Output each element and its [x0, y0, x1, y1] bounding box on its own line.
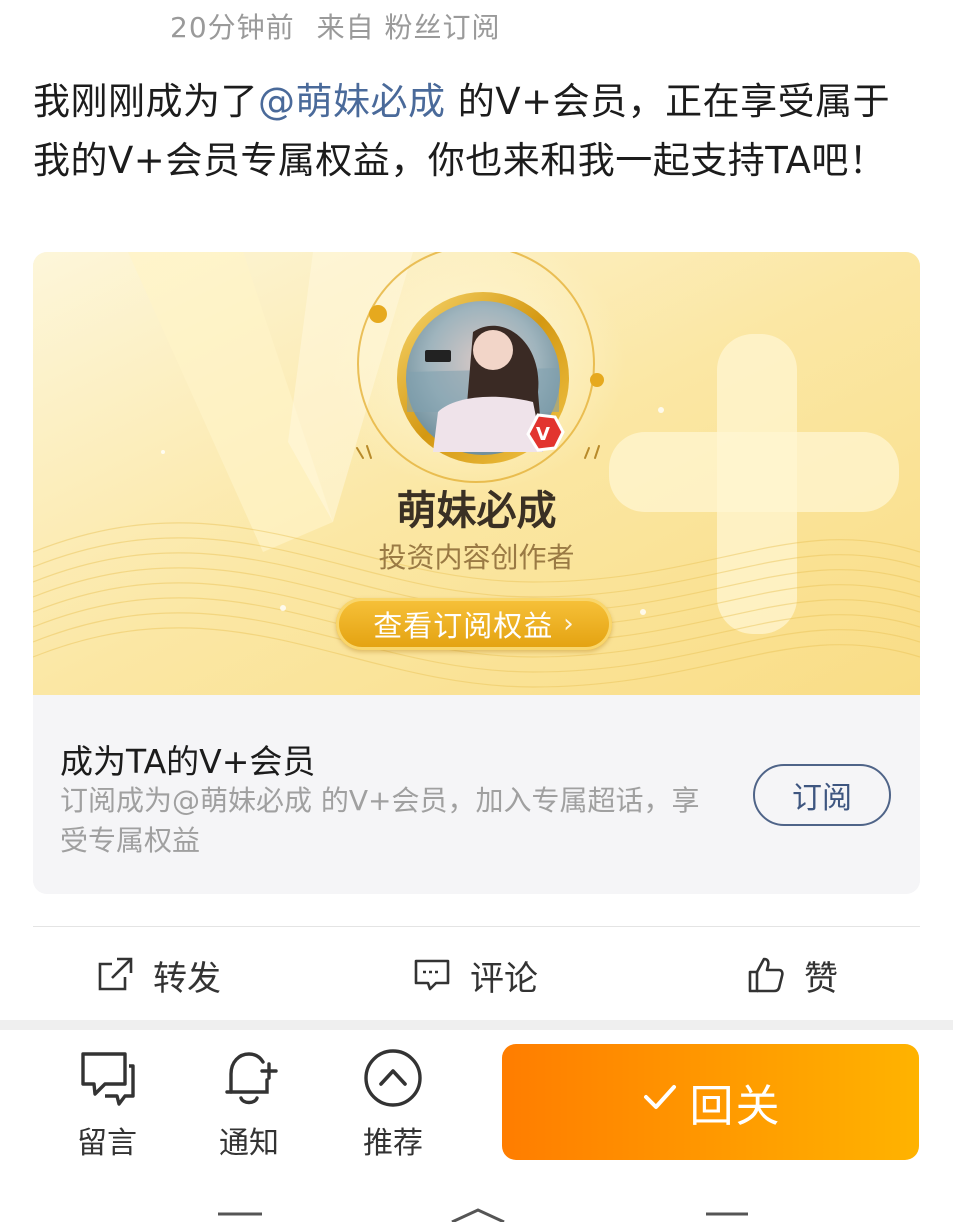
chevron-up-circle-icon [364, 1049, 422, 1107]
creator-name[interactable]: 萌妹必成 [33, 478, 920, 536]
share-icon [98, 957, 133, 991]
message-icon [81, 1052, 135, 1106]
bell-plus-icon [225, 1052, 278, 1105]
notify-label: 通知 [219, 1126, 279, 1161]
post-text-prefix: 我刚刚成为了 [33, 80, 258, 123]
card-footer-description: 订阅成为@萌妹必成 的V+会员，加入专属超话，享受专属权益 [60, 784, 700, 857]
thumbs-up-icon [748, 957, 784, 993]
comment-icon [414, 959, 450, 991]
card-footer[interactable]: 成为TA的V+会员 订阅成为@萌妹必成 的V+会员，加入专属超话，享受专属权益 … [33, 695, 920, 894]
like-button[interactable]: 赞 [746, 950, 838, 1000]
subscribe-button[interactable]: 订阅 [753, 764, 891, 826]
repost-button[interactable]: 转发 [95, 950, 221, 1000]
message-label: 留言 [77, 1126, 137, 1161]
post-text: 我刚刚成为了@萌妹必成 的V+会员，正在享受属于我的V+会员专属权益，你也来和我… [33, 72, 913, 190]
follow-back-label: 回关 [689, 1081, 782, 1132]
like-label: 赞 [804, 958, 838, 999]
post-meta: 20分钟前 来自 粉丝订阅 [170, 6, 501, 46]
post-time: 20分钟前 [170, 11, 295, 44]
follow-back-button[interactable]: 回关 [502, 1044, 919, 1160]
repost-label: 转发 [153, 958, 221, 999]
comment-label: 评论 [470, 958, 538, 999]
recommend-button[interactable]: 推荐 [348, 1046, 438, 1162]
card-footer-title: 成为TA的V+会员 [60, 742, 316, 781]
message-button[interactable]: 留言 [62, 1046, 152, 1162]
card-banner[interactable]: V 萌妹必成 投资内容创作者 查看订阅权益 › [33, 252, 920, 695]
view-benefits-label: 查看订阅权益 [373, 609, 554, 643]
membership-card[interactable]: V 萌妹必成 投资内容创作者 查看订阅权益 › 成为TA的V+会员 订阅成为@萌妹… [33, 252, 920, 894]
recommend-label: 推荐 [363, 1126, 423, 1161]
creator-role: 投资内容创作者 [378, 541, 575, 574]
comment-button[interactable]: 评论 [412, 950, 538, 1000]
svg-text:V: V [536, 424, 550, 445]
divider [33, 926, 920, 927]
system-nav-bar [0, 1200, 953, 1224]
post-source: 来自 粉丝订阅 [316, 11, 501, 44]
check-icon [640, 1077, 680, 1127]
section-separator [0, 1020, 953, 1030]
mention-link[interactable]: @萌妹必成 [258, 80, 446, 123]
notify-button[interactable]: 通知 [204, 1046, 294, 1162]
user-avatar-partial[interactable] [0, 0, 64, 46]
view-benefits-button[interactable]: 查看订阅权益 › [336, 598, 612, 650]
chevron-right-icon: › [563, 609, 575, 639]
